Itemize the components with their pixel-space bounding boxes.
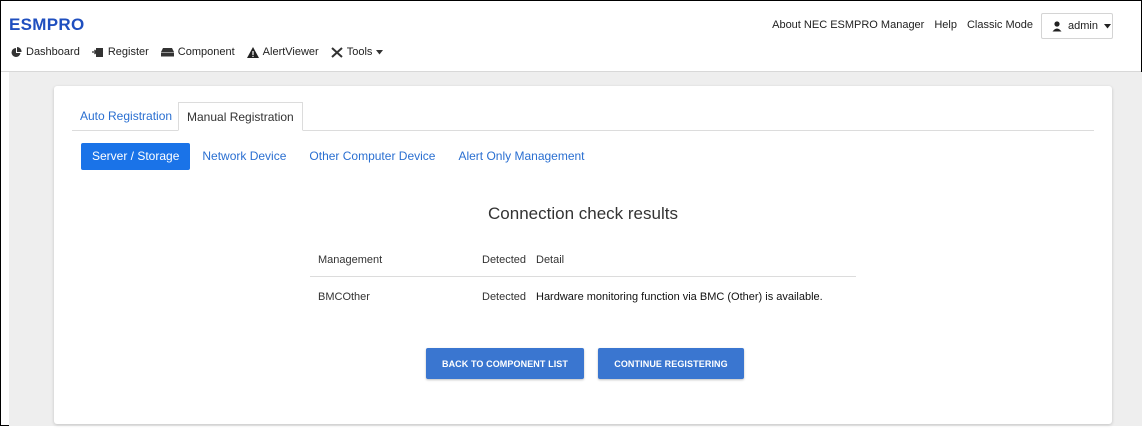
results-title: Connection check results	[488, 204, 678, 223]
user-icon	[1052, 20, 1062, 32]
cell-detail: Hardware monitoring function via BMC (Ot…	[536, 291, 823, 303]
pill-alert-only-management[interactable]: Alert Only Management	[447, 143, 595, 170]
nav-register[interactable]: Register	[91, 46, 149, 58]
column-header-management: Management	[318, 254, 383, 266]
nav-alertviewer-label: AlertViewer	[262, 46, 319, 58]
tab-manual-registration[interactable]: Manual Registration	[178, 102, 303, 131]
about-link[interactable]: About NEC ESMPRO Manager	[772, 19, 924, 31]
registration-tabs: Auto Registration Manual Registration	[72, 102, 1094, 131]
nav-tools[interactable]: Tools	[331, 46, 384, 58]
register-icon	[91, 47, 104, 58]
pill-server-storage[interactable]: Server / Storage	[81, 143, 191, 170]
caret-down-icon	[1103, 23, 1111, 29]
help-link[interactable]: Help	[934, 19, 957, 31]
main-nav: Dashboard Register Component AlertViewer…	[11, 46, 384, 58]
tab-auto-registration[interactable]: Auto Registration	[72, 102, 180, 130]
pill-other-computer-device[interactable]: Other Computer Device	[298, 143, 446, 170]
brand-logo[interactable]: ESMPRO	[9, 15, 84, 35]
nav-tools-label: Tools	[346, 46, 373, 58]
classic-mode-link[interactable]: Classic Mode	[967, 19, 1033, 31]
continue-registering-button[interactable]: CONTINUE REGISTERING	[598, 348, 744, 379]
column-header-detail: Detail	[536, 254, 565, 266]
cell-detected: Detected	[482, 291, 527, 303]
nav-dashboard[interactable]: Dashboard	[11, 46, 80, 58]
top-links: About NEC ESMPRO Manager Help Classic Mo…	[772, 19, 1033, 31]
nav-component[interactable]: Component	[160, 46, 235, 58]
pill-network-device[interactable]: Network Device	[191, 143, 297, 170]
caret-down-icon	[376, 49, 384, 55]
nav-register-label: Register	[107, 46, 149, 58]
app-header: ESMPRO About NEC ESMPRO Manager Help Cla…	[1, 1, 1141, 72]
tools-icon	[331, 46, 343, 58]
user-menu[interactable]: admin	[1041, 13, 1113, 39]
server-icon	[160, 47, 174, 57]
user-name: admin	[1068, 20, 1098, 32]
pie-chart-icon	[11, 46, 22, 58]
cell-management: BMCOther	[318, 291, 370, 303]
back-to-component-list-button[interactable]: BACK TO COMPONENT LIST	[426, 348, 584, 379]
column-header-detected: Detected	[482, 254, 527, 266]
table-header: Management Detected Detail	[310, 246, 856, 277]
nav-alertviewer[interactable]: AlertViewer	[246, 46, 319, 58]
alert-icon	[246, 46, 259, 58]
registration-card: Auto Registration Manual Registration Se…	[54, 86, 1112, 424]
device-type-pills: Server / Storage Network Device Other Co…	[81, 143, 596, 170]
results-table: Management Detected Detail BMCOther Dete…	[310, 246, 856, 311]
table-row: BMCOther Detected Hardware monitoring fu…	[310, 277, 856, 311]
nav-dashboard-label: Dashboard	[26, 46, 80, 58]
nav-component-label: Component	[177, 46, 235, 58]
